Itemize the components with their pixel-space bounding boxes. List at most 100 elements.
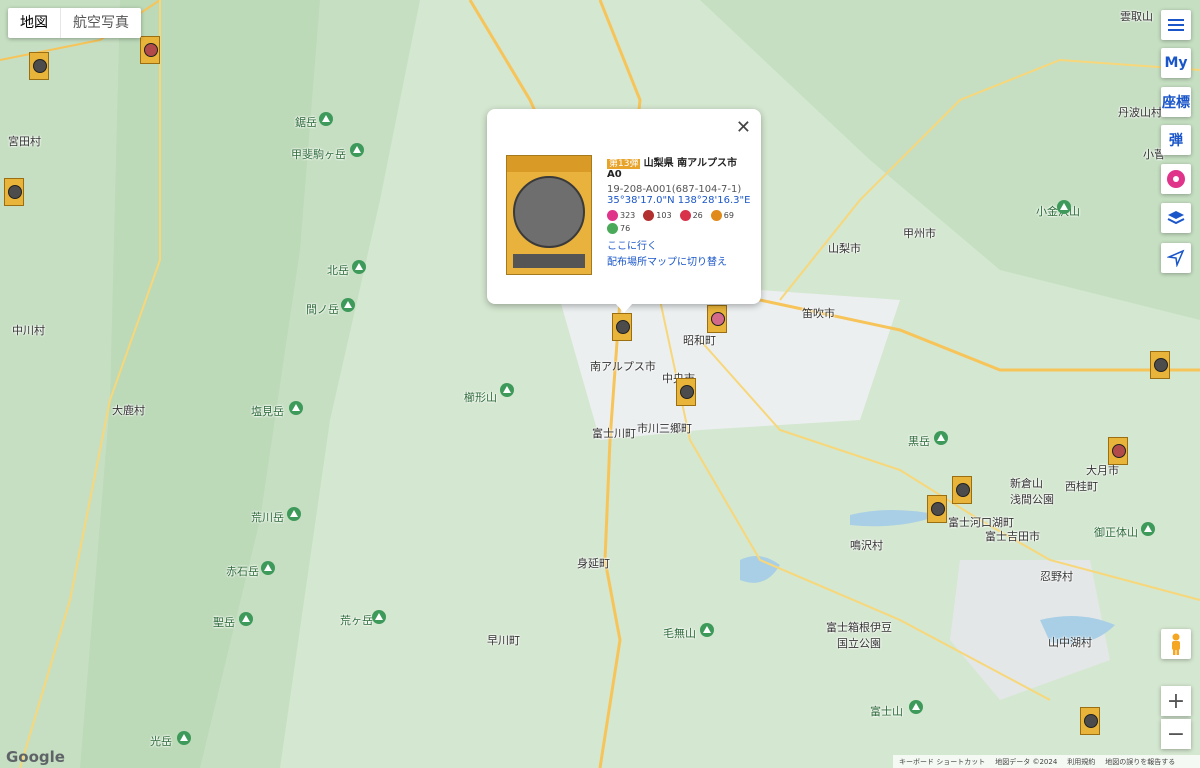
mountain-icon xyxy=(289,401,303,415)
place-label: 北岳 xyxy=(327,264,349,277)
mountain-icon xyxy=(909,700,923,714)
place-label: 鳴沢村 xyxy=(850,539,883,552)
mountain-icon xyxy=(1057,200,1071,214)
popup-coords[interactable]: 35°38'17.0"N 138°28'16.3"E xyxy=(607,195,752,206)
place-label: 甲斐駒ヶ岳 xyxy=(291,148,346,161)
mountain-icon xyxy=(350,143,364,157)
popup-stats: 323 103 26 69 76 xyxy=(607,210,752,234)
manhole-marker[interactable] xyxy=(612,313,632,341)
manhole-marker[interactable] xyxy=(1150,351,1170,379)
terms-link[interactable]: 利用規約 xyxy=(1067,757,1095,767)
manhole-marker[interactable] xyxy=(29,52,49,80)
map-type-toggle: 地図 航空写真 xyxy=(8,8,141,38)
stat-leaf: 76 xyxy=(607,223,630,234)
manhole-card-image[interactable] xyxy=(506,155,592,275)
place-label: 荒ヶ岳 xyxy=(340,614,373,627)
place-label: 塩見岳 xyxy=(251,405,284,418)
map-footer: キーボード ショートカット 地図データ ©2024 利用規約 地図の誤りを報告す… xyxy=(893,755,1200,768)
mountain-icon xyxy=(372,610,386,624)
place-label: 黒岳 xyxy=(908,435,930,448)
place-label: 赤石岳 xyxy=(226,565,259,578)
mountain-icon xyxy=(934,431,948,445)
coords-button[interactable]: 座標 xyxy=(1161,87,1191,117)
manhole-marker[interactable] xyxy=(676,378,696,406)
locate-button[interactable] xyxy=(1161,243,1191,273)
series-badge: 第13弾 xyxy=(607,159,641,169)
mountain-icon xyxy=(177,731,191,745)
manhole-marker[interactable] xyxy=(707,305,727,333)
map-canvas[interactable]: 雲取山 丹波山村 小菅 小金沢山 甲州市 山梨市 笛吹市 昭和町 南アルプス市 … xyxy=(0,0,1200,768)
pegman-button[interactable] xyxy=(1161,629,1191,659)
stat-pokemon: 26 xyxy=(679,210,703,221)
place-label: 富士箱根伊豆 国立公園 xyxy=(826,621,892,650)
radiation-icon xyxy=(710,210,722,221)
place-label: 毛無山 xyxy=(663,627,696,640)
mountain-icon xyxy=(319,112,333,126)
manhole-marker[interactable] xyxy=(927,495,947,523)
map-type-map[interactable]: 地図 xyxy=(8,8,60,38)
popup-code: 19-208-A001(687-104-7-1) xyxy=(607,184,742,195)
go-here-link[interactable]: ここに行く xyxy=(607,237,752,252)
zoom-in-button[interactable]: + xyxy=(1161,686,1191,716)
place-label: 山梨市 xyxy=(828,242,861,255)
mountain-icon xyxy=(239,612,253,626)
manhole-marker[interactable] xyxy=(140,36,160,64)
place-label: 中川村 xyxy=(12,324,45,337)
stat-manhole: 103 xyxy=(643,210,672,221)
place-label: 富士吉田市 xyxy=(985,530,1040,543)
navigation-icon xyxy=(1167,249,1185,267)
pegman-icon xyxy=(1172,633,1180,655)
place-label: 南アルプス市 xyxy=(590,360,656,373)
place-label: 新倉山 浅間公園 xyxy=(1010,477,1054,506)
manhole-info-popup: ✕ 第13弾 山梨県 南アルプス市 A0 19-208-A001(687-104… xyxy=(487,109,761,313)
stat-visit: 323 xyxy=(607,210,635,221)
switch-map-link[interactable]: 配布場所マップに切り替え xyxy=(607,253,752,268)
flower-icon xyxy=(1167,170,1185,188)
popup-tail xyxy=(615,303,633,313)
my-button[interactable]: My xyxy=(1161,48,1191,78)
place-label: 荒川岳 xyxy=(251,511,284,524)
bullet-button[interactable]: 弾 xyxy=(1161,125,1191,155)
visit-icon xyxy=(607,210,618,221)
place-label: 丹波山村 xyxy=(1118,106,1162,119)
map-type-satellite[interactable]: 航空写真 xyxy=(60,8,141,38)
place-label: 昭和町 xyxy=(683,334,716,347)
menu-icon xyxy=(1168,19,1184,31)
mountain-icon xyxy=(500,383,514,397)
layers-icon xyxy=(1167,211,1185,225)
place-label: 宮田村 xyxy=(8,135,41,148)
place-label: 忍野村 xyxy=(1040,570,1073,583)
mountain-icon xyxy=(700,623,714,637)
map-data-text: 地図データ ©2024 xyxy=(995,757,1058,766)
flower-button[interactable] xyxy=(1161,164,1191,194)
manhole-marker[interactable] xyxy=(4,178,24,206)
menu-button[interactable] xyxy=(1161,10,1191,40)
manhole-marker[interactable] xyxy=(1108,437,1128,465)
stat-radiation: 69 xyxy=(710,210,734,221)
place-label: 御正体山 xyxy=(1094,526,1138,539)
manhole-marker[interactable] xyxy=(1080,707,1100,735)
place-label: 西桂町 xyxy=(1065,480,1098,493)
mountain-icon xyxy=(261,561,275,575)
manhole-marker[interactable] xyxy=(952,476,972,504)
google-logo[interactable]: Google xyxy=(6,748,65,766)
place-label: 雲取山 xyxy=(1120,10,1153,23)
place-label: 聖岳 xyxy=(213,616,235,629)
place-label: 鋸岳 xyxy=(295,116,317,129)
shortcuts-link[interactable]: キーボード ショートカット xyxy=(899,757,985,767)
layers-button[interactable] xyxy=(1161,203,1191,233)
zoom-out-button[interactable]: − xyxy=(1161,719,1191,749)
mountain-icon xyxy=(341,298,355,312)
place-label: 甲州市 xyxy=(903,227,936,240)
report-link[interactable]: 地図の誤りを報告する xyxy=(1105,757,1175,767)
popup-title: 山梨県 南アルプス市 xyxy=(643,158,738,169)
place-label: 富士山 xyxy=(870,705,903,718)
place-label: 市川三郷町 xyxy=(637,422,692,435)
mountain-icon xyxy=(352,260,366,274)
place-label: 大鹿村 xyxy=(112,404,145,417)
pokemon-icon xyxy=(679,210,691,221)
close-icon[interactable]: ✕ xyxy=(736,117,751,138)
place-label: 櫛形山 xyxy=(464,391,497,404)
mountain-icon xyxy=(287,507,301,521)
place-label: 早川町 xyxy=(487,634,520,647)
